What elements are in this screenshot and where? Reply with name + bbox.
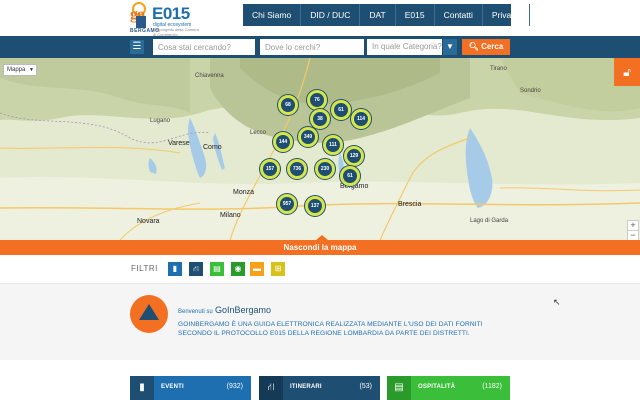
map-type-label: Mappa xyxy=(7,67,26,73)
place-label: Novara xyxy=(137,218,160,225)
map-cluster[interactable]: 111 xyxy=(323,135,343,155)
category-label: OSPITALITÀ xyxy=(418,384,456,390)
category-label: EVENTI xyxy=(161,384,184,390)
map-cluster[interactable]: 144 xyxy=(273,132,293,152)
map-cluster[interactable]: 129 xyxy=(344,146,364,166)
map-cluster[interactable]: 61 xyxy=(331,100,351,120)
place-label: Lago di Garda xyxy=(470,218,509,224)
mouse-cursor-icon: ↖ xyxy=(553,297,561,307)
nav-e015[interactable]: E015 xyxy=(396,4,435,26)
map-cluster[interactable]: 157 xyxy=(260,159,280,179)
category-itinerari-button[interactable]: ⛙ ITINERARI (53) xyxy=(259,376,380,400)
place-label: Lecco xyxy=(250,130,267,136)
hamburger-menu-icon[interactable]: ☰ xyxy=(130,40,144,54)
category-count: (53) xyxy=(359,383,372,390)
where-search-input[interactable] xyxy=(260,39,364,55)
welcome-brand: GoInBergamo xyxy=(214,305,271,315)
nav-contatti[interactable]: Contatti xyxy=(435,4,483,26)
chevron-down-icon: ▼ xyxy=(29,67,34,73)
map-cluster[interactable]: 38 xyxy=(310,109,330,129)
category-buttons: ▮ EVENTI (932) ⛙ ITINERARI (53) ▤ OSPITA… xyxy=(0,360,640,400)
map-cluster[interactable]: 230 xyxy=(315,159,335,179)
place-label: Tirano xyxy=(490,66,507,72)
unlock-map-icon[interactable]: 🔓︎ xyxy=(614,58,640,86)
map-type-select[interactable]: Mappa ▼ xyxy=(3,64,37,76)
nav-dat[interactable]: DAT xyxy=(360,4,396,26)
zoom-out-button[interactable]: − xyxy=(627,230,639,240)
filters-bar: FILTRI ▮ ⛙ ▤ ◉ ▬ ⊞ xyxy=(0,255,640,284)
goinbergamo-logo[interactable]: go BERGAMO E015 digital ecosystem Un pro… xyxy=(130,2,200,37)
logo-in xyxy=(136,16,146,28)
building-icon: ▤ xyxy=(387,376,411,400)
nav-privacy[interactable]: Privacy xyxy=(483,4,530,26)
map-cluster[interactable]: 76 xyxy=(307,90,327,110)
category-eventi-button[interactable]: ▮ EVENTI (932) xyxy=(130,376,251,400)
filter-ospitalita-building-icon[interactable]: ▤ xyxy=(210,262,224,276)
place-label: Varese xyxy=(168,140,190,147)
nav-did-duc[interactable]: DID / DUC xyxy=(301,4,361,26)
map-cluster[interactable]: 114 xyxy=(351,109,371,129)
filter-shopping-cart-icon[interactable]: ⊞ xyxy=(271,262,285,276)
main-nav: Chi Siamo DID / DUC DAT E015 Contatti Pr… xyxy=(243,4,566,26)
chevron-down-icon[interactable]: ▼ xyxy=(443,39,457,55)
place-label: Monza xyxy=(233,189,255,196)
road-icon: ⛙ xyxy=(259,376,283,400)
nav-chi-siamo[interactable]: Chi Siamo xyxy=(243,4,302,26)
goinbergamo-emblem-icon xyxy=(130,295,168,333)
logo-e015: E015 xyxy=(152,4,190,23)
search-button-label: Cerca xyxy=(481,42,504,51)
map-cluster[interactable]: 68 xyxy=(278,95,298,115)
category-ospitalita-button[interactable]: ▤ OSPITALITÀ (1182) xyxy=(387,376,510,400)
place-label: Sondrio xyxy=(520,88,541,94)
place-label: Lugano xyxy=(150,118,171,124)
filter-itinerari-road-icon[interactable]: ⛙ xyxy=(189,262,203,276)
map-cluster[interactable]: 736 xyxy=(287,159,307,179)
what-search-input[interactable] xyxy=(153,39,255,55)
map[interactable]: Mappa ▼ Sondrio Chiavenna Tirano Lecco Co… xyxy=(0,58,640,240)
category-count: (1182) xyxy=(482,383,502,390)
map-cluster[interactable]: 61 xyxy=(340,166,360,186)
map-cluster[interactable]: 137 xyxy=(305,196,325,216)
hide-map-bar[interactable]: Nascondi la mappa xyxy=(0,235,640,255)
bookmark-icon: ▮ xyxy=(130,376,154,400)
welcome-description: GOINBERGAMO È UNA GUIDA ELETTRONICA REAL… xyxy=(178,321,483,337)
search-icon: 🔍︎ xyxy=(468,42,482,51)
filters-label: FILTRI xyxy=(131,264,158,273)
place-label: Brescia xyxy=(398,201,422,208)
map-cluster[interactable]: 349 xyxy=(298,127,318,147)
hide-map-label: Nascondi la mappa xyxy=(283,243,357,252)
place-label: Chiavenna xyxy=(195,73,224,79)
nav-credits[interactable]: Credits xyxy=(530,4,575,26)
welcome-pre: Benvenuti su xyxy=(178,309,213,315)
site-header: go BERGAMO E015 digital ecosystem Un pro… xyxy=(0,0,640,37)
filter-camera-icon[interactable]: ◉ xyxy=(231,262,245,276)
caret-up-icon xyxy=(316,235,328,240)
category-count: (932) xyxy=(226,383,243,390)
category-label: ITINERARI xyxy=(290,384,322,390)
welcome-title: Benvenuti su GoInBergamo xyxy=(178,305,271,315)
place-label: Milano xyxy=(220,212,241,219)
search-bar: ☰ In quale Categoria? ▼ 🔍︎ Cerca xyxy=(0,36,640,58)
welcome-section: Benvenuti su GoInBergamo GOINBERGAMO È U… xyxy=(0,284,640,360)
filter-eventi-bookmark-icon[interactable]: ▮ xyxy=(168,262,182,276)
filter-cultura-icon[interactable]: ▬ xyxy=(250,262,264,276)
category-select[interactable]: In quale Categoria? xyxy=(367,39,442,55)
map-cluster[interactable]: 957 xyxy=(277,194,297,214)
search-button[interactable]: 🔍︎ Cerca xyxy=(462,39,510,55)
place-label: Como xyxy=(203,144,222,151)
